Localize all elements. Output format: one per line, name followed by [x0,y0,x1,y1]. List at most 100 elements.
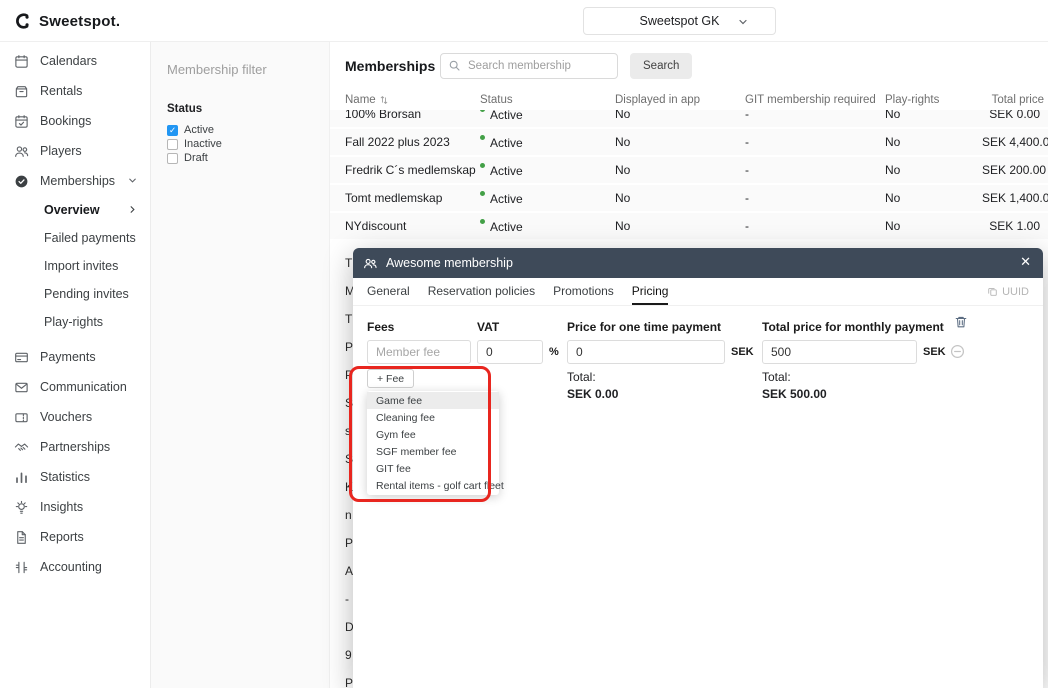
vat-column-header: VAT [477,320,499,334]
cell-displayed: No [615,110,745,121]
filter-panel-title: Membership filter [167,62,313,77]
cell-displayed: No [615,219,745,233]
uuid-button-label: UUID [1002,286,1029,298]
sidebar-item-insights[interactable]: Insights [0,492,150,522]
tab-pricing[interactable]: Pricing [632,278,669,305]
remove-fee-row-button[interactable] [950,344,965,359]
sidebar-item-import-invites[interactable]: Import invites [0,252,150,280]
cell-name: 100% Brorsan [345,110,480,121]
table-row[interactable]: Fredrik C´s medlemskap Active No - No SE… [330,157,1048,183]
currency-suffix: SEK [731,346,754,358]
chevron-down-icon [737,16,749,28]
sidebar-item-bookings[interactable]: Bookings [0,106,150,136]
fee-option-gym-fee[interactable]: Gym fee [367,426,499,443]
vat-input[interactable] [477,340,543,364]
tab-general[interactable]: General [367,278,410,305]
ticket-icon [14,410,29,425]
sidebar-subitem-label: Failed payments [44,231,136,245]
handshake-icon [14,440,29,455]
memberships-icon [14,174,29,189]
mail-icon [14,380,29,395]
filter-option-draft[interactable]: Draft [167,152,313,164]
table-row[interactable]: Tomt medlemskap Active No - No SEK 1,400… [330,185,1048,211]
cell-total-price: SEK 4,400.0 [982,135,1048,149]
table-row[interactable]: 100% Brorsan Active No - No SEK 0.00 [330,110,1048,127]
sweetspot-logo-icon [14,12,32,30]
fees-column-header: Fees [367,320,394,334]
status-active-dot [480,191,485,196]
cell-status: Active [480,163,615,178]
filter-option-label: Active [184,124,214,136]
cell-displayed: No [615,135,745,149]
sidebar-item-accounting[interactable]: Accounting [0,552,150,582]
sidebar-item-label: Vouchers [40,410,92,424]
filter-option-label: Draft [184,152,208,164]
tab-reservation-policies[interactable]: Reservation policies [428,278,535,305]
sidebar-item-players[interactable]: Players [0,136,150,166]
sidebar-item-partnerships[interactable]: Partnerships [0,432,150,462]
sidebar-item-payments[interactable]: Payments [0,342,150,372]
status-active-dot [480,135,485,140]
search-button[interactable]: Search [630,53,692,79]
monthly-price-input[interactable] [762,340,917,364]
monthly-total: Total: SEK 500.00 [762,370,827,401]
fee-option-sgf-member-fee[interactable]: SGF member fee [367,443,499,460]
membership-filter-panel: Membership filter Status ✓ Active Inacti… [150,42,330,688]
membership-search [440,53,618,79]
sidebar-item-communication[interactable]: Communication [0,372,150,402]
sidebar-item-pending-invites[interactable]: Pending invites [0,280,150,308]
sidebar-item-statistics[interactable]: Statistics [0,462,150,492]
sidebar-item-label: Players [40,144,82,158]
cell-displayed: No [615,163,745,177]
cell-total-price: SEK 0.00 [982,110,1044,121]
sidebar-item-label: Memberships [40,174,115,188]
delete-fee-group-button[interactable] [954,315,968,329]
sidebar-item-rentals[interactable]: Rentals [0,76,150,106]
sidebar-item-failed-payments[interactable]: Failed payments [0,224,150,252]
one-time-price-input[interactable] [567,340,725,364]
filter-section-status: Status [167,103,313,115]
total-label: Total: [762,370,827,384]
app-logo: Sweetspot. [14,0,120,42]
chevron-down-icon [127,175,138,186]
cell-total-price: SEK 1.00 [982,219,1044,233]
uuid-button[interactable]: UUID [987,278,1029,305]
fee-option-rental-items[interactable]: Rental items - golf cart fleet [367,477,499,494]
table-row[interactable]: NYdiscount Active No - No SEK 1.00 [330,213,1048,239]
sidebar-subitem-label: Overview [44,203,100,217]
column-header-name: Name [345,94,480,106]
sidebar-item-memberships[interactable]: Memberships [0,166,150,196]
sidebar-item-play-rights[interactable]: Play-rights [0,308,150,336]
filter-option-label: Inactive [184,138,222,150]
club-selector[interactable]: Sweetspot GK [583,7,776,35]
close-icon[interactable]: ✕ [1020,255,1031,268]
fee-option-git-fee[interactable]: GIT fee [367,460,499,477]
sort-icon[interactable] [379,95,389,105]
cell-git: - [745,135,885,149]
sidebar-item-calendars[interactable]: Calendars [0,46,150,76]
fee-name-input[interactable] [367,340,471,364]
cell-git: - [745,110,885,121]
total-label: Total: [567,370,618,384]
table-row[interactable]: Fall 2022 plus 2023 Active No - No SEK 4… [330,129,1048,155]
modal-title: Awesome membership [386,256,513,270]
column-header-status: Status [480,94,615,106]
modal-header: Awesome membership ✕ [353,248,1043,278]
table-header: Name Status Displayed in app GIT members… [330,90,1048,110]
sidebar-item-overview[interactable]: Overview [0,196,150,224]
fee-option-game-fee[interactable]: Game fee [367,392,499,409]
sidebar-item-reports[interactable]: Reports [0,522,150,552]
filter-option-inactive[interactable]: Inactive [167,138,313,150]
one-time-total: Total: SEK 0.00 [567,370,618,401]
sidebar-item-label: Rentals [40,84,82,98]
tab-promotions[interactable]: Promotions [553,278,614,305]
sidebar-item-vouchers[interactable]: Vouchers [0,402,150,432]
search-input[interactable] [440,53,618,79]
cell-status: Active [480,191,615,206]
filter-option-active[interactable]: ✓ Active [167,124,313,136]
sidebar-item-label: Calendars [40,54,97,68]
add-fee-button[interactable]: + Fee [367,369,414,388]
fee-option-cleaning-fee[interactable]: Cleaning fee [367,409,499,426]
page-title: Memberships [345,58,435,74]
cell-play-rights: No [885,191,982,205]
